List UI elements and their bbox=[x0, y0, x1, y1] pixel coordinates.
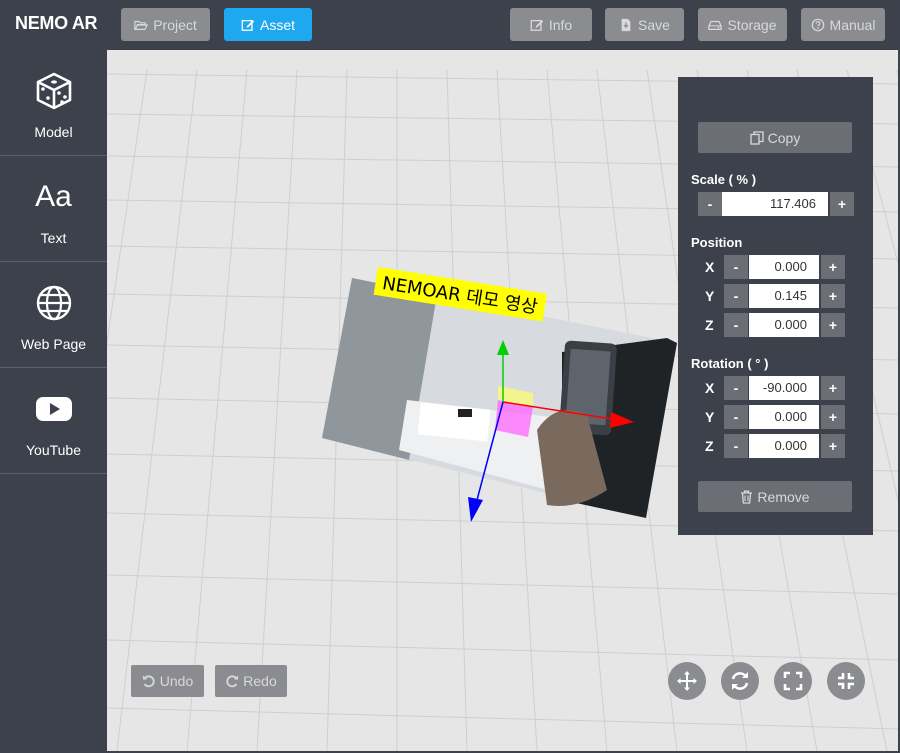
rotation-x-plus-button[interactable]: + bbox=[821, 376, 845, 400]
rotation-y-plus-button[interactable]: + bbox=[821, 405, 845, 429]
sidebar-item-label: Model bbox=[34, 124, 73, 140]
copy-label: Copy bbox=[767, 129, 801, 146]
rotation-x-input[interactable]: -90.000 bbox=[749, 376, 819, 400]
transform-gizmo[interactable] bbox=[437, 330, 667, 530]
z-axis-line bbox=[476, 401, 504, 501]
fit-view-button[interactable] bbox=[827, 662, 865, 700]
position-x-input[interactable]: 0.000 bbox=[749, 255, 819, 279]
rotation-z-label: Z bbox=[705, 438, 714, 454]
x-axis-arrow[interactable] bbox=[610, 412, 634, 428]
rotation-z-plus-button[interactable]: + bbox=[821, 434, 845, 458]
scale-mode-button[interactable] bbox=[774, 662, 812, 700]
remove-label: Remove bbox=[757, 488, 810, 505]
undo-button[interactable]: Undo bbox=[131, 665, 204, 697]
app-brand: NEMO AR bbox=[15, 13, 98, 33]
sidebar-item-text[interactable]: Aa Text bbox=[0, 156, 107, 262]
position-z-input[interactable]: 0.000 bbox=[749, 313, 819, 337]
rotation-y-input[interactable]: 0.000 bbox=[749, 405, 819, 429]
sidebar-item-label: Text bbox=[40, 230, 67, 246]
move-mode-button[interactable] bbox=[668, 662, 706, 700]
scale-plus-button[interactable]: + bbox=[830, 192, 854, 216]
rotation-y-label: Y bbox=[705, 409, 715, 425]
edit-icon bbox=[241, 19, 255, 31]
redo-label: Redo bbox=[243, 673, 277, 689]
top-bar: NEMO AR Project Asset Info Save Storage … bbox=[0, 0, 900, 50]
save-label: Save bbox=[638, 16, 670, 33]
y-axis-arrow[interactable] bbox=[497, 340, 509, 355]
youtube-icon bbox=[35, 388, 73, 430]
dice-cube-icon bbox=[34, 70, 74, 112]
text-aa-icon: Aa bbox=[35, 180, 72, 213]
hdd-icon bbox=[708, 20, 723, 30]
project-label: Project bbox=[153, 16, 197, 33]
position-y-label: Y bbox=[705, 288, 715, 304]
project-button[interactable]: Project bbox=[121, 8, 210, 41]
asset-label: Asset bbox=[259, 16, 295, 33]
rotation-y-minus-button[interactable]: - bbox=[724, 405, 748, 429]
sidebar-item-youtube[interactable]: YouTube bbox=[0, 368, 107, 474]
redo-button[interactable]: Redo bbox=[215, 665, 287, 697]
sidebar-item-model[interactable]: Model bbox=[0, 50, 107, 156]
asset-sidebar: Model Aa Text Web Page YouTube bbox=[0, 50, 107, 753]
position-z-minus-button[interactable]: - bbox=[724, 313, 748, 337]
folder-open-icon bbox=[134, 20, 149, 30]
property-panel: Copy Scale ( % ) - 117.406 + Position X … bbox=[678, 77, 873, 535]
rotation-x-minus-button[interactable]: - bbox=[724, 376, 748, 400]
undo-icon bbox=[142, 675, 155, 688]
scale-label: Scale ( % ) bbox=[691, 172, 757, 187]
position-x-minus-button[interactable]: - bbox=[724, 255, 748, 279]
file-save-icon bbox=[621, 18, 631, 31]
storage-label: Storage bbox=[727, 16, 777, 33]
position-x-plus-button[interactable]: + bbox=[821, 255, 845, 279]
scale-input[interactable]: 117.406 bbox=[722, 192, 828, 216]
rotation-z-minus-button[interactable]: - bbox=[724, 434, 748, 458]
undo-label: Undo bbox=[159, 673, 194, 689]
redo-icon bbox=[226, 675, 239, 688]
position-y-plus-button[interactable]: + bbox=[821, 284, 845, 308]
storage-button[interactable]: Storage bbox=[698, 8, 787, 41]
position-y-input[interactable]: 0.145 bbox=[749, 284, 819, 308]
remove-button[interactable]: Remove bbox=[698, 481, 852, 512]
position-y-minus-button[interactable]: - bbox=[724, 284, 748, 308]
sidebar-item-label: Web Page bbox=[20, 336, 87, 352]
save-button[interactable]: Save bbox=[605, 8, 684, 41]
scale-minus-button[interactable]: - bbox=[698, 192, 722, 216]
edit-icon bbox=[530, 19, 543, 31]
move-icon bbox=[677, 671, 697, 691]
rotation-label: Rotation ( ° ) bbox=[691, 356, 769, 371]
rotate-icon bbox=[731, 672, 749, 690]
copy-button[interactable]: Copy bbox=[698, 122, 852, 153]
sidebar-item-web-page[interactable]: Web Page bbox=[0, 262, 107, 368]
manual-button[interactable]: Manual bbox=[801, 8, 885, 41]
copy-icon bbox=[750, 130, 764, 145]
position-x-label: X bbox=[705, 259, 715, 275]
expand-icon bbox=[783, 671, 803, 691]
asset-button[interactable]: Asset bbox=[224, 8, 312, 41]
sidebar-item-label: YouTube bbox=[25, 442, 81, 458]
rotation-z-input[interactable]: 0.000 bbox=[749, 434, 819, 458]
compress-icon bbox=[838, 673, 854, 689]
rotate-mode-button[interactable] bbox=[721, 662, 759, 700]
position-z-label: Z bbox=[705, 317, 714, 333]
info-label: Info bbox=[548, 16, 573, 33]
z-axis-arrow[interactable] bbox=[468, 497, 483, 522]
trash-icon bbox=[741, 490, 753, 504]
manual-label: Manual bbox=[829, 16, 876, 33]
position-label: Position bbox=[691, 235, 743, 250]
rotation-x-label: X bbox=[705, 380, 715, 396]
position-z-plus-button[interactable]: + bbox=[821, 313, 845, 337]
info-button[interactable]: Info bbox=[510, 8, 592, 41]
question-circle-icon bbox=[811, 18, 824, 31]
globe-icon bbox=[35, 282, 73, 324]
